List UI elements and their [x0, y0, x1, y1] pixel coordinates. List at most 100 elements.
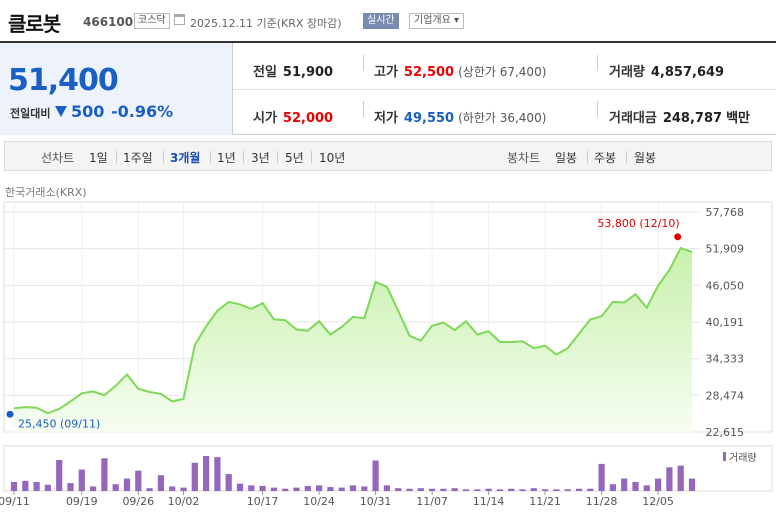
- volume-bar: [621, 478, 628, 491]
- volume-bar: [157, 475, 165, 491]
- x-tick-label: 12/05: [642, 495, 674, 508]
- volume-bar: [451, 488, 458, 491]
- calendar-icon: [174, 14, 185, 25]
- volume-bar: [89, 486, 97, 491]
- volume-bar: [44, 484, 52, 491]
- candle-chart-label: 봉차트: [507, 151, 541, 165]
- period-1w[interactable]: 1주일: [123, 149, 153, 166]
- y-tick-label: 46,050: [706, 279, 745, 292]
- volume-bar: [541, 489, 549, 491]
- change-percent: -0.96%: [111, 102, 174, 121]
- period-3m[interactable]: 3개월: [170, 149, 200, 166]
- volume-bar: [553, 489, 560, 491]
- x-tick-label: 11/28: [586, 495, 618, 508]
- candle-weekly[interactable]: 주봉: [594, 149, 616, 166]
- price-area: [14, 248, 692, 432]
- price-box: 51,400 전일대비 500 -0.96%: [0, 43, 233, 135]
- period-10y[interactable]: 10년: [319, 149, 345, 166]
- high-price: 고가 52,500 (상한가 67,400): [374, 61, 546, 80]
- market-badge: 코스닥: [134, 13, 170, 29]
- volume-bar: [349, 485, 357, 491]
- x-tick-label: 10/31: [360, 495, 392, 508]
- volume-value: 4,857,649: [650, 65, 725, 80]
- volume-bar: [78, 469, 85, 491]
- stock-code: 466100: [83, 15, 134, 29]
- realtime-button[interactable]: 실시간: [363, 13, 399, 29]
- stock-name: 클로봇: [8, 12, 61, 36]
- volume-bar: [462, 489, 470, 491]
- volume-bar: [191, 462, 198, 491]
- period-3y[interactable]: 3년: [251, 149, 270, 166]
- x-tick-label: 11/21: [529, 495, 561, 508]
- volume-bar: [519, 489, 526, 491]
- x-tick-label: 10/24: [303, 495, 335, 508]
- change-value: 500: [71, 102, 105, 121]
- volume-bar: [632, 481, 639, 491]
- period-5y[interactable]: 5년: [285, 149, 304, 166]
- low-price: 저가 49,550 (하한가 36,400): [374, 107, 546, 126]
- volume-bar: [101, 458, 108, 491]
- volume-bar: [508, 488, 515, 491]
- volume-bar: [361, 486, 368, 491]
- volume: 거래량 4,857,649: [609, 61, 724, 80]
- volume-bar: [327, 487, 334, 491]
- min-label: 25,450 (09/11): [18, 417, 100, 430]
- volume-bar: [315, 485, 323, 491]
- volume-bar: [338, 487, 345, 491]
- volume-bar: [395, 488, 402, 491]
- volume-bar: [259, 485, 266, 491]
- lower-limit: (하한가 36,400): [458, 111, 547, 125]
- amount-unit: 백만: [726, 111, 750, 126]
- change-label: 전일대비: [10, 107, 51, 120]
- candle-monthly[interactable]: 월봉: [634, 149, 656, 166]
- period-selector: 선차트 1일 1주일 3개월 1년 3년 5년 10년 봉차트 일봉 주봉 월봉: [4, 141, 772, 171]
- volume-bar: [677, 465, 684, 491]
- volume-bar: [666, 467, 673, 491]
- base-date: 2025.12.11 기준(KRX 장마감): [190, 17, 342, 30]
- volume-bar: [22, 480, 29, 491]
- min-point: [6, 410, 14, 418]
- volume-bar: [440, 488, 447, 491]
- volume-legend: 거래량: [729, 452, 757, 464]
- amount-label: 거래대금: [609, 111, 657, 126]
- volume-bar: [564, 489, 571, 491]
- volume-bar: [169, 486, 176, 491]
- candle-daily[interactable]: 일봉: [555, 149, 577, 166]
- quote-summary: 51,400 전일대비 500 -0.96% 전일 51,900 고가 52,500…: [0, 41, 776, 135]
- price-chart: 57,768 51,909 46,050 40,191 34,333 28,474 22,6…: [0, 201, 773, 508]
- volume-bar: [474, 489, 481, 491]
- volume-bar: [598, 463, 605, 491]
- upper-limit: (상한가 67,400): [458, 65, 547, 79]
- period-1y[interactable]: 1년: [217, 149, 236, 166]
- y-tick-label: 40,191: [706, 316, 745, 329]
- volume-bar: [383, 485, 391, 491]
- down-arrow-icon: [55, 106, 67, 117]
- high-label: 고가: [374, 65, 398, 80]
- x-tick-label: 11/14: [473, 495, 505, 508]
- x-tick-label: 11/07: [416, 495, 448, 508]
- high-value: 52,500: [403, 65, 455, 80]
- volume-bar: [485, 488, 492, 491]
- period-1d[interactable]: 1일: [89, 149, 108, 166]
- open-price: 시가 52,000: [253, 107, 333, 126]
- low-label: 저가: [374, 111, 398, 126]
- y-tick-label: 22,615: [706, 426, 745, 439]
- volume-bar: [225, 474, 232, 491]
- trade-amount: 거래대금 248,787 백만: [609, 107, 750, 126]
- volume-bar: [214, 457, 221, 491]
- prev-close-value: 51,900: [282, 65, 334, 80]
- line-chart-label: 선차트: [41, 151, 75, 165]
- prev-close-label: 전일: [253, 65, 277, 80]
- open-label: 시가: [253, 111, 277, 126]
- volume-bar: [236, 483, 244, 491]
- company-info-dropdown[interactable]: 기업개요 ▾: [409, 13, 464, 29]
- volume-bar: [587, 488, 594, 491]
- x-tick-label: 10/02: [168, 495, 200, 508]
- max-point: [674, 233, 682, 241]
- volume-bar: [406, 488, 413, 491]
- max-label: 53,800 (12/10): [597, 217, 679, 230]
- y-tick-label: 57,768: [706, 206, 745, 219]
- volume-bar: [123, 478, 131, 491]
- volume-legend-swatch: [723, 452, 726, 461]
- open-value: 52,000: [282, 111, 334, 126]
